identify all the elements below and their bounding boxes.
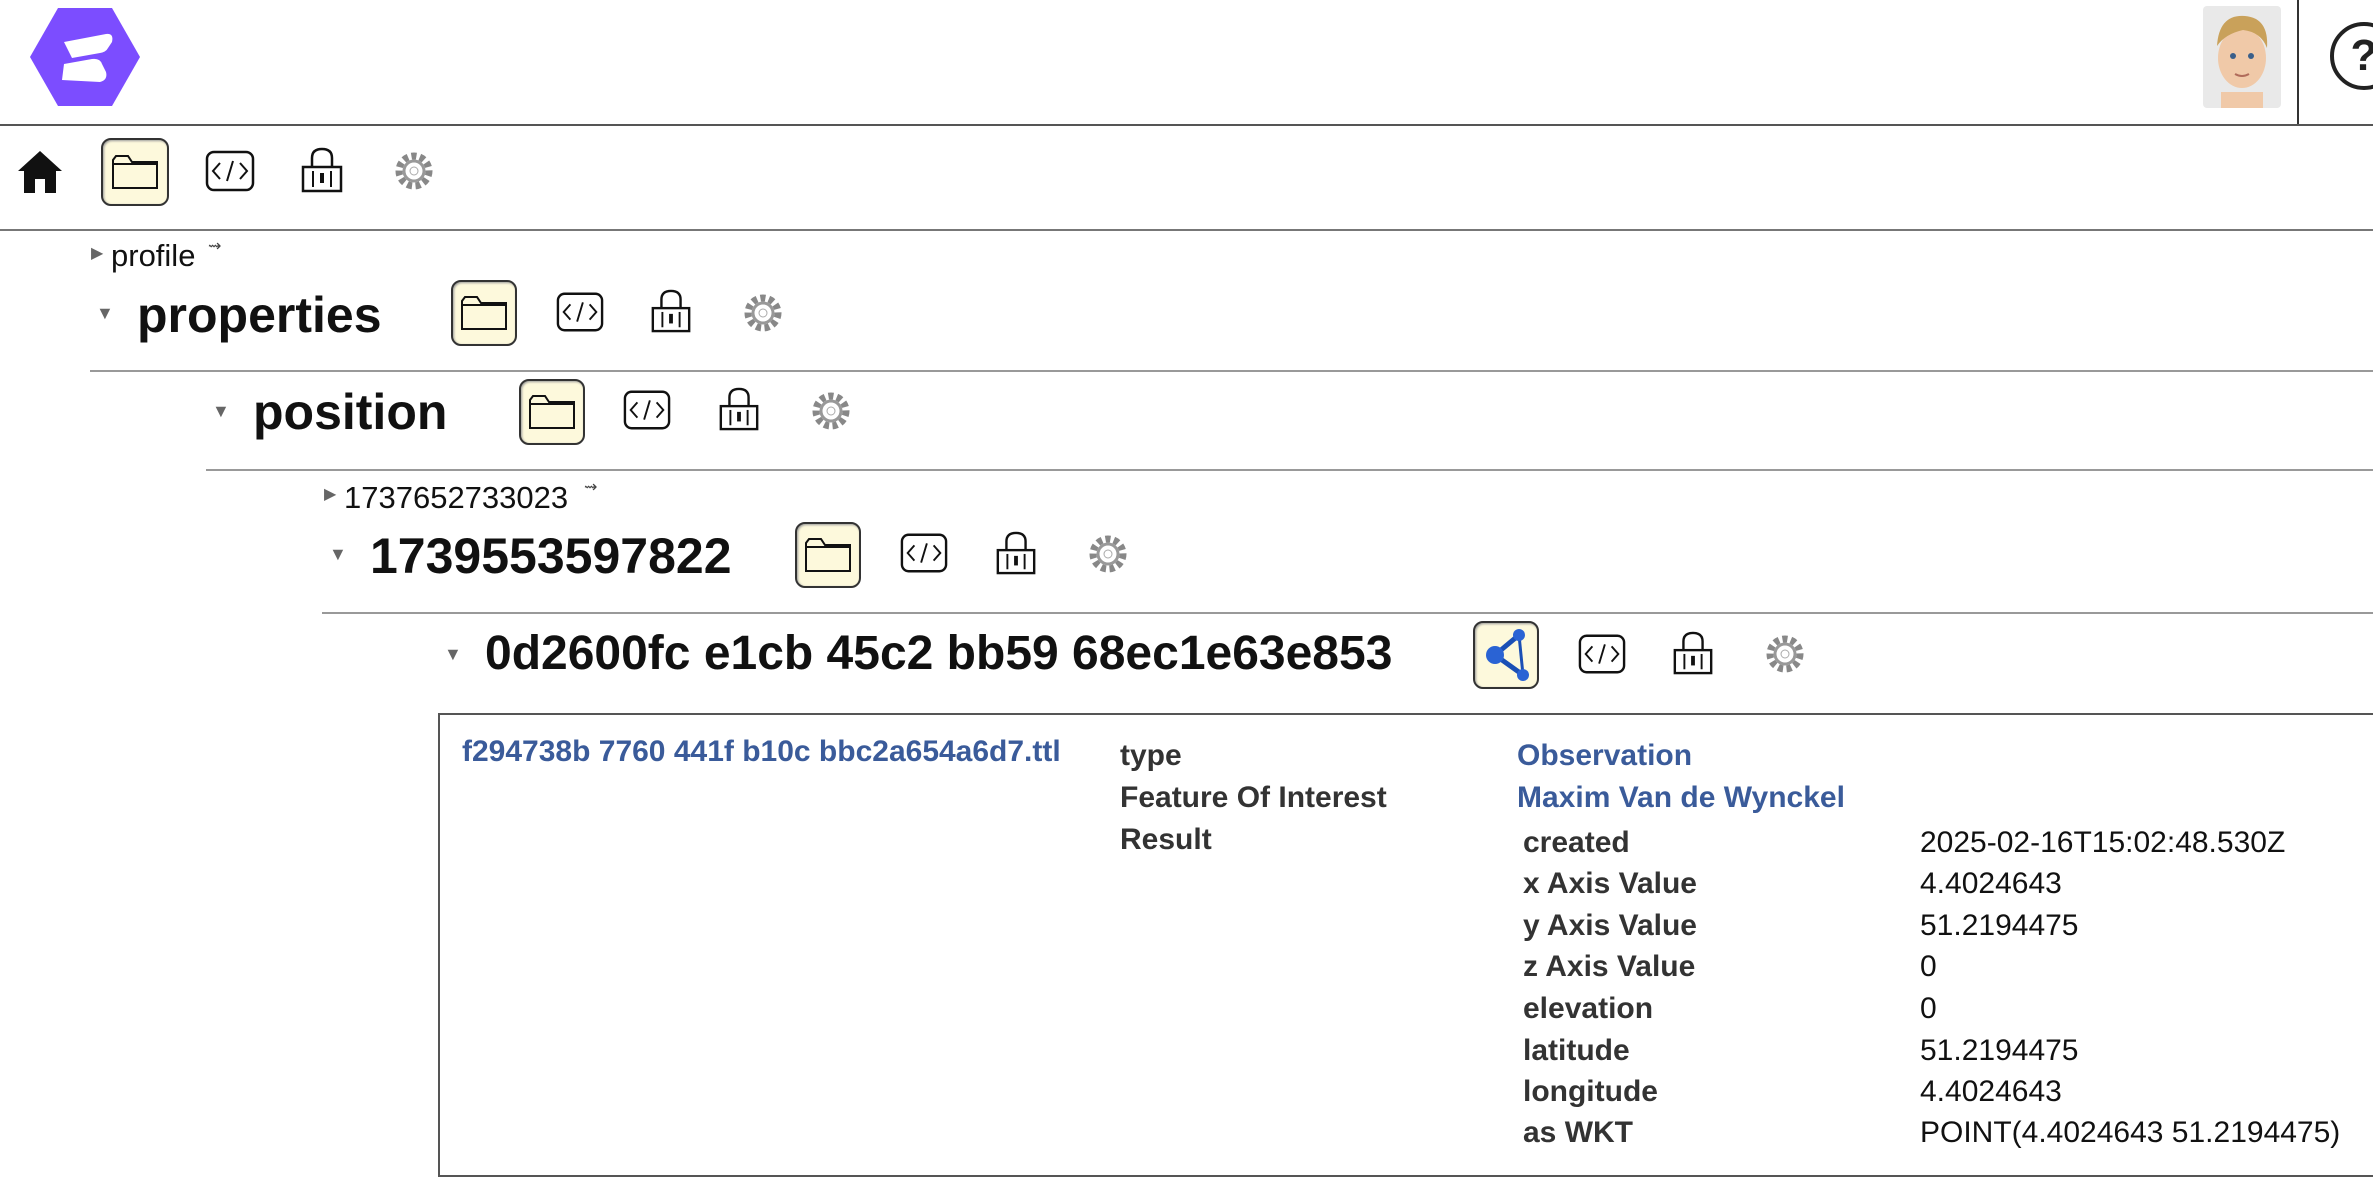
collapse-icon[interactable]: ▼: [329, 545, 347, 563]
code-icon[interactable]: [899, 531, 949, 575]
section-divider: [206, 469, 2373, 471]
collapse-icon[interactable]: ▼: [96, 304, 114, 322]
result-value: 2025-02-16T15:02:48.530Z: [1920, 826, 2286, 859]
tree-item-position[interactable]: position: [253, 383, 447, 441]
user-avatar-icon[interactable]: [2203, 6, 2281, 108]
toolbar-divider: [0, 229, 2373, 231]
result-value: 0: [1920, 992, 1937, 1025]
result-key: elevation: [1523, 992, 1654, 1025]
result-key: y Axis Value: [1523, 909, 1697, 942]
folder-icon[interactable]: [451, 280, 517, 346]
result-value: 51.2194475: [1920, 1034, 2079, 1067]
tree-item-resource[interactable]: 0d2600fc e1cb 45c2 bb59 68ec1e63e853: [485, 626, 1392, 681]
lock-icon[interactable]: [716, 386, 762, 432]
code-icon[interactable]: [555, 290, 605, 334]
result-value: 4.4024643: [1920, 867, 2062, 900]
folder-icon[interactable]: [519, 379, 585, 445]
lock-icon[interactable]: [993, 530, 1039, 576]
gear-icon[interactable]: [388, 146, 440, 196]
folder-icon[interactable]: [795, 522, 861, 588]
result-key: z Axis Value: [1523, 950, 1696, 983]
file-link[interactable]: f294738b 7760 441f b10c bbc2a654a6d7.ttl: [462, 735, 1061, 769]
result-key: created: [1523, 826, 1630, 859]
result-value: 0: [1920, 950, 1937, 983]
section-divider: [322, 612, 2373, 614]
result-key: as WKT: [1523, 1116, 1634, 1149]
row-key: Feature Of Interest: [1120, 781, 1387, 814]
expand-icon[interactable]: ▶: [324, 486, 336, 504]
observation-table: [438, 713, 2373, 1177]
solid-logo-icon[interactable]: [28, 6, 142, 108]
gear-icon[interactable]: [1083, 529, 1133, 579]
expand-icon[interactable]: ▶: [91, 245, 103, 263]
lock-icon[interactable]: [1670, 630, 1716, 676]
header-divider: [2297, 0, 2299, 124]
row-value-link[interactable]: Maxim Van de Wynckel: [1517, 781, 1845, 815]
tree-item-profile[interactable]: profile: [111, 238, 195, 274]
code-icon[interactable]: [203, 148, 257, 194]
tree-item-1739553597822[interactable]: 1739553597822: [370, 527, 732, 585]
code-icon[interactable]: [1577, 632, 1627, 676]
result-value: 4.4024643: [1920, 1075, 2062, 1108]
row-value-link[interactable]: Observation: [1517, 739, 1692, 773]
collapse-icon[interactable]: ▼: [212, 402, 230, 420]
tree-item-properties[interactable]: properties: [137, 286, 382, 344]
result-key: longitude: [1523, 1075, 1658, 1108]
result-value: POINT(4.4024643 51.2194475): [1920, 1116, 2341, 1149]
gear-icon[interactable]: [738, 288, 788, 338]
row-key: type: [1120, 739, 1182, 772]
link-icon: ⇝: [208, 238, 222, 255]
section-divider: [90, 370, 2373, 372]
graph-icon[interactable]: [1473, 621, 1539, 689]
folder-icon[interactable]: [101, 138, 169, 206]
code-icon[interactable]: [622, 388, 672, 432]
top-bar: [0, 0, 2373, 126]
tree-item-1737652733023[interactable]: 1737652733023: [344, 480, 568, 516]
lock-icon[interactable]: [648, 288, 694, 334]
gear-icon[interactable]: [806, 386, 856, 436]
result-value: 51.2194475: [1920, 909, 2079, 942]
result-key: x Axis Value: [1523, 867, 1697, 900]
collapse-icon[interactable]: ▼: [444, 645, 462, 663]
home-icon[interactable]: [12, 144, 68, 200]
link-icon: ⇝: [584, 479, 598, 496]
gear-icon[interactable]: [1760, 629, 1810, 679]
row-key: Result: [1120, 823, 1212, 856]
result-key: latitude: [1523, 1034, 1630, 1067]
lock-icon[interactable]: [298, 146, 346, 194]
